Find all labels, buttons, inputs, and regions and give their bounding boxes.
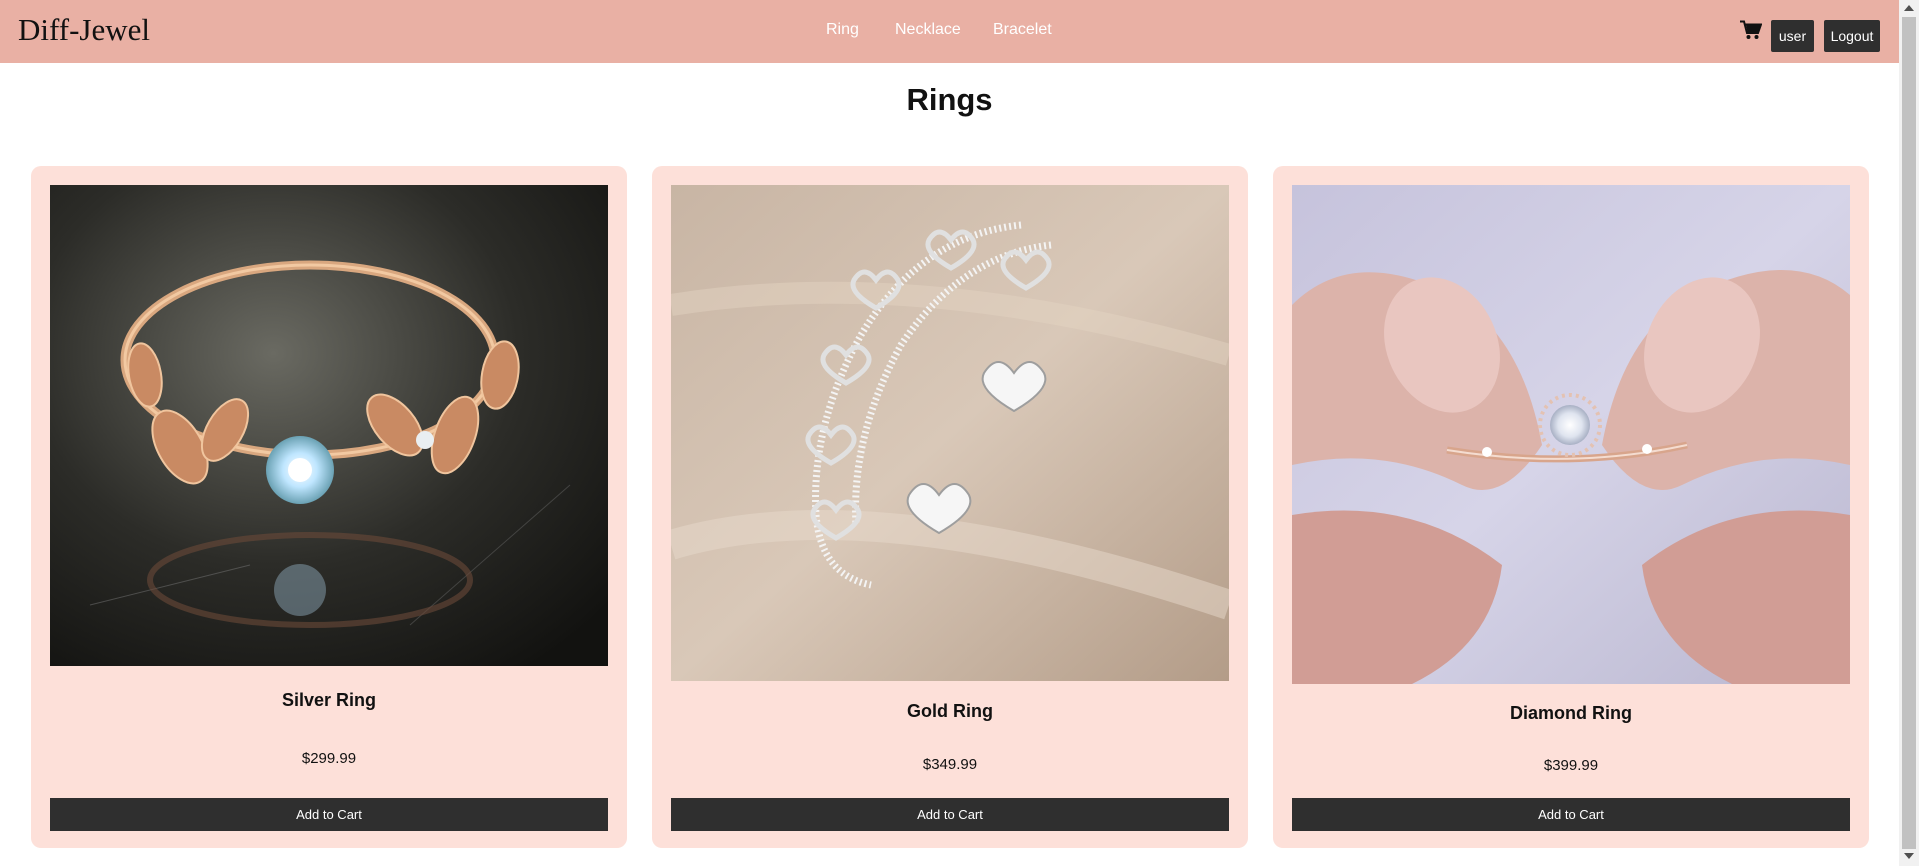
product-card: Silver Ring $299.99 Add to Cart <box>31 166 627 848</box>
main-nav: Ring Necklace Bracelet <box>0 21 1899 43</box>
product-card: Gold Ring $349.99 Add to Cart <box>652 166 1248 848</box>
product-name: Silver Ring <box>281 690 377 710</box>
scroll-down-arrow-icon[interactable] <box>1904 853 1914 859</box>
product-image[interactable] <box>1292 185 1850 684</box>
nav-link-bracelet[interactable]: Bracelet <box>993 21 1052 39</box>
top-navbar: Diff-Jewel Ring Necklace Bracelet user L… <box>0 0 1899 63</box>
user-button[interactable]: user <box>1771 20 1814 52</box>
page-title: Rings <box>906 82 993 117</box>
shopping-cart-icon[interactable] <box>1740 20 1763 40</box>
add-to-cart-button[interactable]: Add to Cart <box>50 798 608 831</box>
add-to-cart-button[interactable]: Add to Cart <box>671 798 1229 831</box>
nav-link-ring[interactable]: Ring <box>826 21 859 39</box>
product-image[interactable] <box>50 185 608 666</box>
product-name: Gold Ring <box>907 701 993 721</box>
scroll-up-arrow-icon[interactable] <box>1904 5 1914 11</box>
product-price: $299.99 <box>301 750 357 767</box>
nav-link-necklace[interactable]: Necklace <box>895 21 961 39</box>
product-price: $399.99 <box>1543 757 1599 774</box>
logout-button[interactable]: Logout <box>1824 20 1880 52</box>
add-to-cart-button[interactable]: Add to Cart <box>1292 798 1850 831</box>
product-image[interactable] <box>671 185 1229 681</box>
vertical-scrollbar[interactable] <box>1899 0 1919 866</box>
product-name: Diamond Ring <box>1510 703 1632 723</box>
scrollbar-thumb[interactable] <box>1902 17 1916 849</box>
product-price: $349.99 <box>922 756 978 773</box>
product-card: Diamond Ring $399.99 Add to Cart <box>1273 166 1869 848</box>
